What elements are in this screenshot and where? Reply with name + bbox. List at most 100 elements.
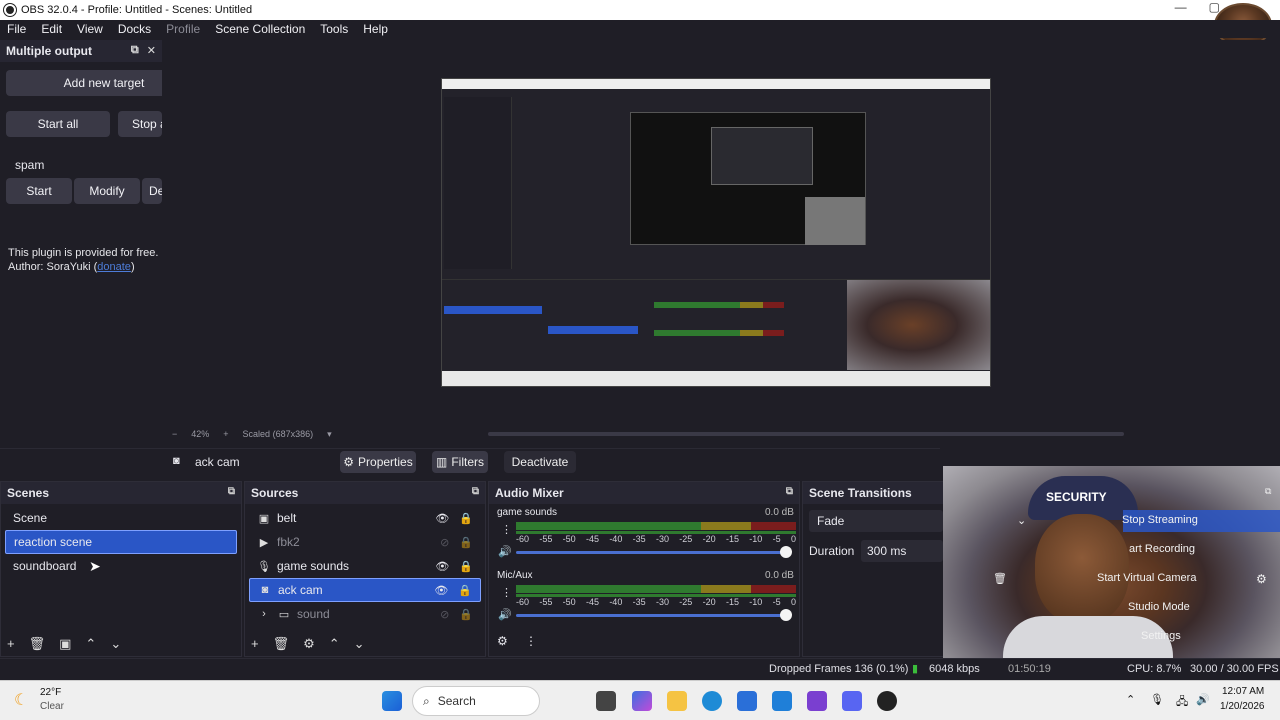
- trash-icon[interactable]: 🗑: [993, 572, 1007, 585]
- outlook-icon[interactable]: [772, 691, 792, 711]
- discord-icon[interactable]: [842, 691, 862, 711]
- float-dock-icon[interactable]: ⧉: [131, 44, 139, 57]
- move-up-icon[interactable]: ⌃: [85, 636, 96, 652]
- eye-hidden-icon[interactable]: ⊘: [440, 608, 449, 621]
- lock-icon[interactable]: 🔒: [458, 584, 472, 597]
- deactivate-button[interactable]: Deactivate: [504, 451, 576, 473]
- zoom-out-icon[interactable]: −: [172, 429, 177, 439]
- menu-tools[interactable]: Tools: [313, 22, 356, 36]
- eye-icon[interactable]: 👁: [435, 560, 449, 573]
- add-icon[interactable]: +: [7, 636, 15, 652]
- scene-filters-icon[interactable]: ▣: [59, 636, 71, 652]
- lock-icon[interactable]: 🔒: [459, 560, 473, 573]
- zoom-in-icon[interactable]: +: [223, 429, 228, 439]
- network-icon[interactable]: 🖧: [1176, 693, 1188, 712]
- source-item[interactable]: › ▭ sound ⊘ 🔒: [249, 602, 481, 626]
- nested-titlebar: [442, 79, 990, 89]
- eye-hidden-icon[interactable]: ⊘: [440, 536, 449, 549]
- menu-scene-collection[interactable]: Scene Collection: [208, 22, 313, 36]
- nested-meter: [654, 302, 784, 308]
- channel-menu-icon[interactable]: ⋮: [501, 586, 512, 599]
- preview-scrollbar[interactable]: [488, 432, 1124, 436]
- move-down-icon[interactable]: ⌄: [110, 636, 121, 652]
- task-view-icon[interactable]: [596, 691, 616, 711]
- stop-streaming-button[interactable]: Stop Streaming: [1122, 514, 1198, 526]
- windows-start-icon[interactable]: [382, 691, 402, 711]
- properties-button[interactable]: ⚙ Properties: [340, 451, 416, 473]
- eye-icon[interactable]: 👁: [434, 584, 448, 597]
- channel-menu-icon[interactable]: ⋮: [501, 523, 512, 536]
- volume-slider-knob[interactable]: [780, 546, 792, 558]
- copilot-icon[interactable]: [632, 691, 652, 711]
- scale-dropdown-icon[interactable]: ▾: [327, 429, 332, 440]
- start-virtual-camera-button[interactable]: Start Virtual Camera: [1097, 572, 1196, 584]
- store-icon[interactable]: [737, 691, 757, 711]
- expand-chevron-icon[interactable]: ›: [257, 608, 271, 620]
- scale-mode[interactable]: Scaled (687x386): [243, 429, 314, 439]
- stop-all-button[interactable]: Stop a: [118, 111, 162, 137]
- eye-icon[interactable]: 👁: [435, 512, 449, 525]
- menu-docks[interactable]: Docks: [111, 22, 159, 36]
- donate-link[interactable]: donate: [97, 261, 131, 273]
- editor-app-icon[interactable]: [807, 691, 827, 711]
- speaker-icon[interactable]: 🔊: [498, 545, 512, 558]
- lock-icon[interactable]: 🔒: [459, 512, 473, 525]
- sources-title: Sources: [251, 486, 299, 500]
- preview-canvas[interactable]: [441, 78, 991, 387]
- source-item[interactable]: 🎙 game sounds 👁 🔒: [249, 554, 481, 578]
- menu-view[interactable]: View: [70, 22, 111, 36]
- taskbar-search[interactable]: ⌕ Search: [412, 686, 540, 716]
- volume-slider[interactable]: [516, 614, 788, 617]
- source-item[interactable]: ▣ belt 👁 🔒: [249, 506, 481, 530]
- target-start-button[interactable]: Start: [6, 178, 72, 204]
- source-item[interactable]: ▶ fbk2 ⊘ 🔒: [249, 530, 481, 554]
- target-modify-button[interactable]: Modify: [74, 178, 140, 204]
- obs-taskbar-icon[interactable]: [877, 691, 897, 711]
- lock-icon[interactable]: 🔒: [459, 536, 473, 549]
- float-dock-icon[interactable]: ⧉: [228, 486, 235, 497]
- speaker-icon[interactable]: 🔊: [498, 608, 512, 621]
- gear-icon[interactable]: ⚙: [303, 636, 315, 652]
- trash-icon[interactable]: 🗑: [273, 636, 290, 652]
- menu-profile[interactable]: Profile: [159, 22, 208, 36]
- volume-slider[interactable]: [516, 551, 788, 554]
- virtual-camera-settings-icon[interactable]: ⚙: [1256, 572, 1267, 586]
- float-dock-icon[interactable]: ⧉: [786, 486, 793, 497]
- edge-icon[interactable]: [702, 691, 722, 711]
- lock-icon[interactable]: 🔒: [459, 608, 473, 621]
- menu-file[interactable]: File: [0, 22, 34, 36]
- microphone-icon[interactable]: 🎙: [1150, 693, 1164, 706]
- filters-button[interactable]: ▥ Filters: [432, 451, 488, 473]
- menu-edit[interactable]: Edit: [34, 22, 70, 36]
- file-explorer-icon[interactable]: [667, 691, 687, 711]
- float-dock-icon[interactable]: ⧉: [472, 486, 479, 497]
- close-dock-icon[interactable]: ✕: [147, 44, 156, 57]
- move-down-icon[interactable]: ⌄: [354, 636, 365, 652]
- clock-date[interactable]: 1/20/2026: [1220, 701, 1265, 712]
- weather-moon-icon[interactable]: ☾: [14, 690, 28, 710]
- volume-slider-knob[interactable]: [780, 609, 792, 621]
- settings-button[interactable]: Settings: [1141, 630, 1181, 642]
- scene-item[interactable]: soundboard: [5, 554, 237, 578]
- scene-item-selected[interactable]: reaction scene: [5, 530, 237, 554]
- move-up-icon[interactable]: ⌃: [329, 636, 340, 652]
- trash-icon[interactable]: 🗑: [29, 636, 46, 652]
- transition-select[interactable]: Fade: [809, 510, 943, 532]
- mixer-menu-icon[interactable]: ⋮: [525, 634, 537, 648]
- target-delete-button[interactable]: De: [142, 178, 162, 204]
- mixer-settings-icon[interactable]: ⚙: [497, 634, 508, 648]
- add-icon[interactable]: +: [251, 636, 259, 652]
- minimize-icon[interactable]: —: [1175, 0, 1187, 14]
- menu-help[interactable]: Help: [356, 22, 396, 36]
- source-item-selected[interactable]: ◙ ack cam 👁 🔒: [249, 578, 481, 602]
- duration-input[interactable]: 300 ms: [861, 540, 943, 562]
- volume-icon[interactable]: 🔊: [1196, 693, 1210, 706]
- chevron-up-icon[interactable]: ⌃: [1126, 693, 1135, 706]
- dropdown-chevron-icon[interactable]: ⌄: [1017, 514, 1026, 527]
- float-dock-icon[interactable]: ⧉: [1265, 486, 1271, 497]
- start-all-button[interactable]: Start all: [6, 111, 110, 137]
- start-recording-button[interactable]: art Recording: [1129, 543, 1195, 555]
- clock-time[interactable]: 12:07 AM: [1222, 686, 1264, 697]
- scene-item[interactable]: Scene: [5, 506, 237, 530]
- studio-mode-button[interactable]: Studio Mode: [1128, 601, 1190, 613]
